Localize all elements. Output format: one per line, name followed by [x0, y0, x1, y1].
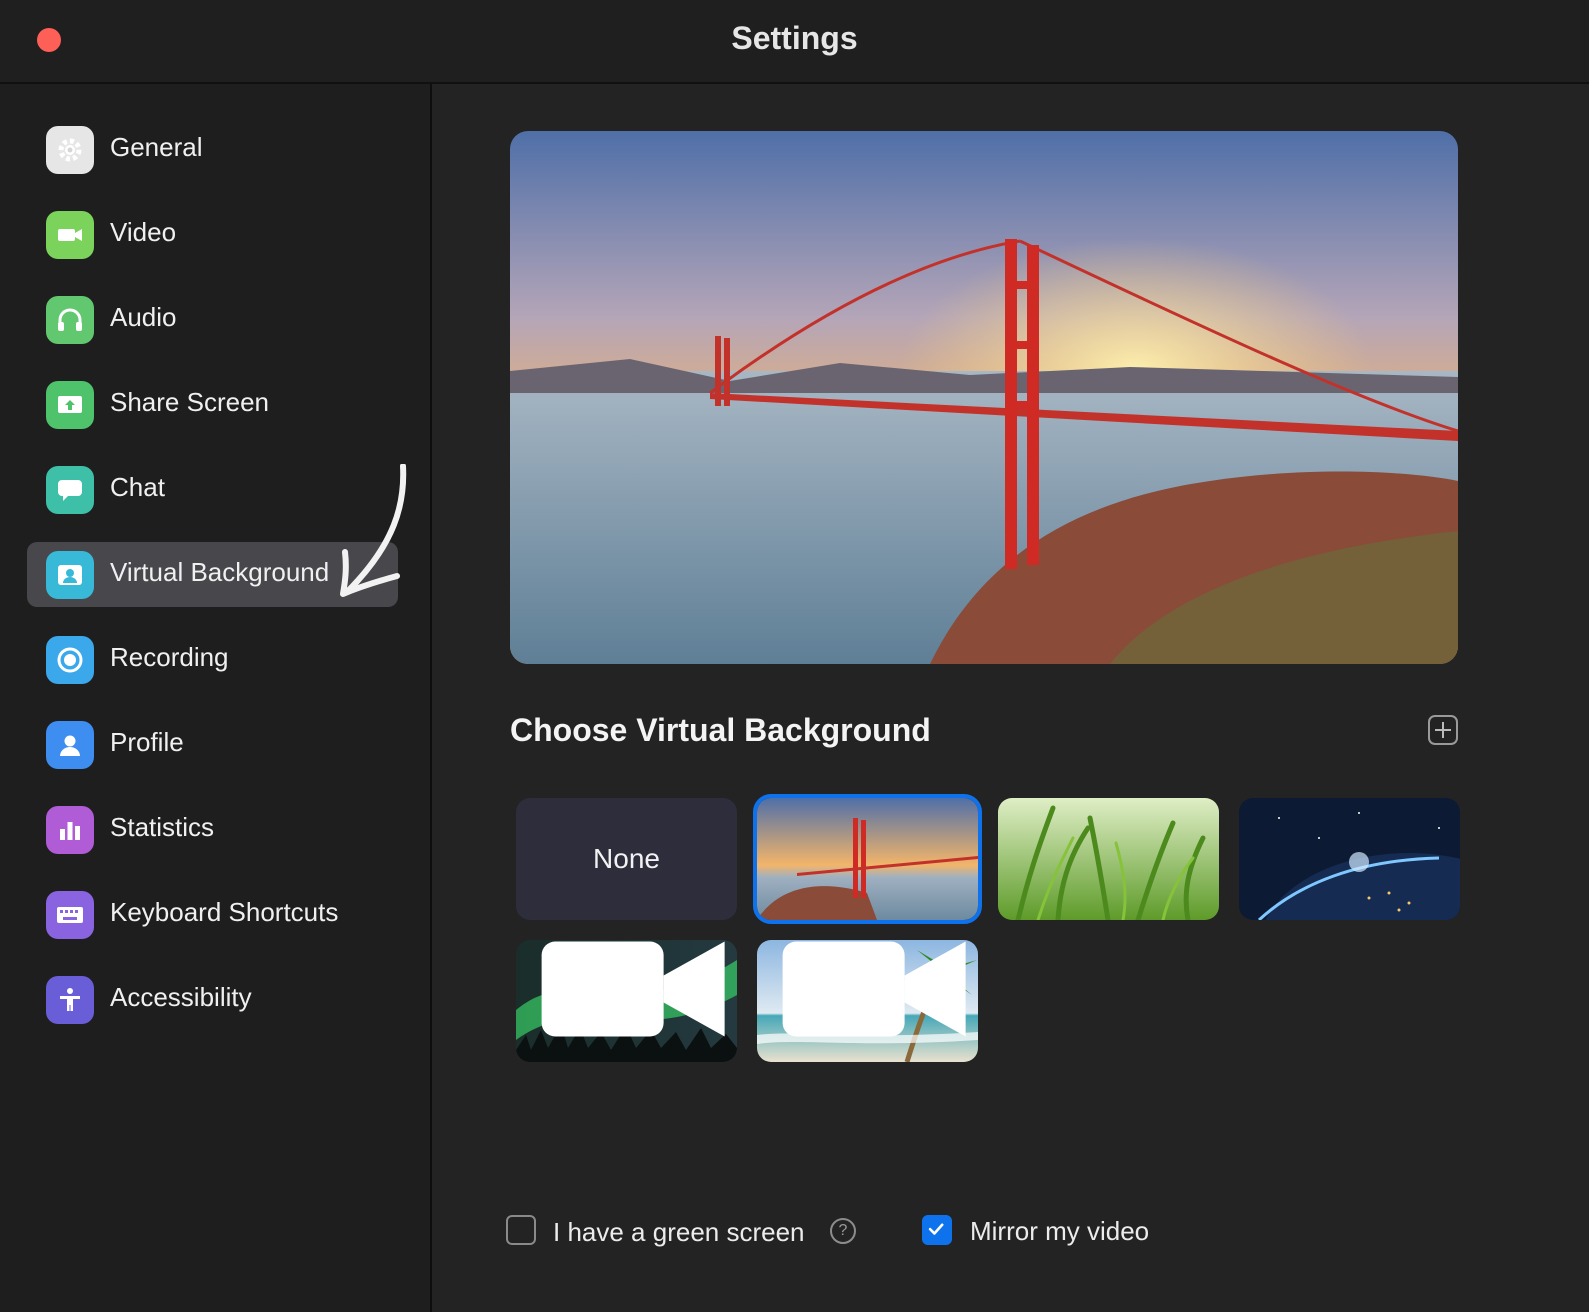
sidebar-item-label: Statistics — [110, 812, 215, 842]
green-screen-checkbox[interactable] — [506, 1215, 536, 1245]
background-beach[interactable] — [757, 940, 978, 1062]
video-camera-icon — [782, 941, 966, 1037]
bar-chart-icon — [46, 806, 94, 854]
background-preview — [510, 131, 1458, 664]
settings-sidebar: General Video Audio Share Screen Chat Vi… — [0, 84, 432, 1312]
background-grass[interactable] — [998, 798, 1219, 920]
add-background-button[interactable] — [1428, 715, 1458, 745]
help-icon[interactable]: ? — [830, 1218, 856, 1244]
sidebar-item-general[interactable]: General — [27, 117, 398, 182]
sidebar-item-label: General — [110, 132, 203, 162]
video-camera-icon — [46, 211, 94, 259]
checkmark-icon — [928, 1223, 944, 1235]
sidebar-item-audio[interactable]: Audio — [27, 287, 398, 352]
sidebar-item-label: Keyboard Shortcuts — [110, 897, 339, 927]
earth-thumb-image — [1239, 798, 1460, 920]
green-screen-label: I have a green screen — [553, 1217, 805, 1247]
background-earth-space[interactable] — [1239, 798, 1460, 920]
person-card-icon — [46, 551, 94, 599]
golden-gate-thumb-image — [757, 798, 978, 920]
sidebar-item-label: Accessibility — [110, 982, 252, 1012]
sidebar-item-video[interactable]: Video — [27, 202, 398, 267]
sidebar-item-statistics[interactable]: Statistics — [27, 797, 398, 862]
mirror-video-label: Mirror my video — [970, 1216, 1150, 1246]
keyboard-icon — [46, 891, 94, 939]
none-label: None — [593, 843, 660, 874]
sidebar-item-keyboard-shortcuts[interactable]: Keyboard Shortcuts — [27, 882, 398, 947]
sidebar-item-label: Recording — [110, 642, 229, 672]
golden-gate-preview-image — [510, 131, 1458, 664]
share-screen-icon — [46, 381, 94, 429]
hand-drawn-arrow-icon — [340, 464, 407, 597]
sidebar-item-label: Audio — [110, 302, 177, 332]
grass-thumb-image — [998, 798, 1219, 920]
sidebar-item-label: Share Screen — [110, 387, 269, 417]
sidebar-item-label: Profile — [110, 727, 184, 757]
sidebar-item-label: Video — [110, 217, 177, 247]
sidebar-item-profile[interactable]: Profile — [27, 712, 398, 777]
sidebar-item-accessibility[interactable]: Accessibility — [27, 967, 398, 1032]
sidebar-item-recording[interactable]: Recording — [27, 627, 398, 692]
mirror-video-checkbox[interactable] — [922, 1215, 952, 1245]
background-aurora[interactable] — [516, 940, 737, 1062]
window-title: Settings — [731, 20, 858, 56]
background-golden-gate[interactable] — [757, 798, 978, 920]
title-bar: Settings — [0, 0, 1589, 84]
person-icon — [46, 721, 94, 769]
section-title: Choose Virtual Background — [510, 712, 931, 748]
record-icon — [46, 636, 94, 684]
sidebar-item-label: Virtual Background — [110, 557, 330, 587]
headphones-icon — [46, 296, 94, 344]
background-none[interactable]: None — [516, 798, 737, 920]
chat-bubble-icon — [46, 466, 94, 514]
sidebar-item-label: Chat — [110, 472, 165, 502]
video-camera-icon — [541, 941, 725, 1037]
gear-icon — [46, 126, 94, 174]
virtual-background-panel: Choose Virtual Background None I have a … — [432, 84, 1589, 1312]
accessibility-icon — [46, 976, 94, 1024]
sidebar-item-share-screen[interactable]: Share Screen — [27, 372, 398, 437]
